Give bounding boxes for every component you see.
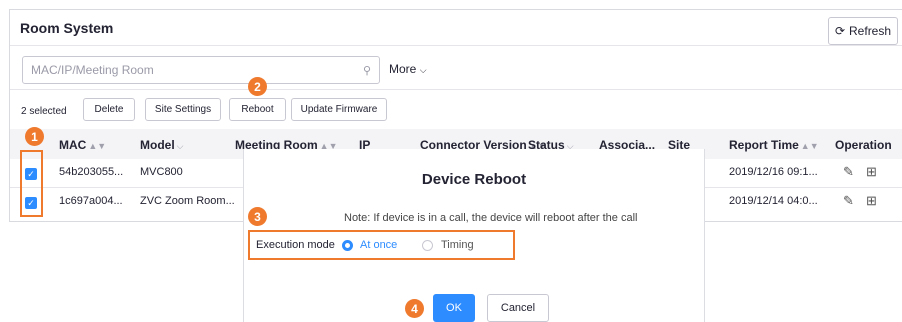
model-cell: ZVC Zoom Room... (140, 195, 235, 207)
model-cell: MVC800 (140, 166, 183, 178)
column-report-time[interactable]: Report Time ▲▼ (729, 138, 819, 152)
divider (10, 89, 902, 90)
more-filter-dropdown[interactable]: More ⌵ (389, 62, 427, 76)
report-time-cell: 2019/12/14 04:0... (729, 195, 818, 207)
reboot-button[interactable]: Reboot (229, 98, 286, 121)
delete-icon[interactable]: ⊞ (866, 193, 877, 209)
column-mac[interactable]: MAC ▲▼ (59, 138, 106, 152)
search-icon: ⚲ (362, 64, 371, 77)
column-model[interactable]: Model ⌵ (140, 138, 184, 152)
edit-icon[interactable]: ✎ (843, 193, 854, 209)
divider (10, 45, 902, 46)
selected-count: 2 selected (21, 106, 67, 117)
callout-badge: 2 (248, 77, 267, 96)
page-title: Room System (20, 20, 114, 36)
search-input[interactable] (31, 63, 363, 77)
report-time-cell: 2019/12/16 09:1... (729, 166, 818, 178)
mac-cell: 54b203055... (59, 166, 124, 178)
site-settings-button[interactable]: Site Settings (145, 98, 221, 121)
refresh-button[interactable]: ⟳ Refresh (828, 17, 898, 45)
sort-icon: ▲▼ (800, 141, 819, 151)
cancel-button[interactable]: Cancel (487, 294, 549, 322)
edit-icon[interactable]: ✎ (843, 164, 854, 180)
refresh-label: Refresh (849, 24, 892, 38)
column-operation: Operation (835, 138, 892, 152)
refresh-icon: ⟳ (834, 24, 846, 38)
callout-badge: 4 (405, 299, 424, 318)
more-label: More (389, 62, 417, 76)
execution-mode-highlight (248, 230, 515, 260)
chevron-down-icon: ⌵ (419, 65, 427, 75)
delete-icon[interactable]: ⊞ (866, 164, 877, 180)
update-firmware-button[interactable]: Update Firmware (291, 98, 387, 121)
mac-cell: 1c697a004... (59, 195, 123, 207)
search-box[interactable]: ⚲ (22, 56, 380, 84)
callout-badge: 1 (25, 127, 44, 146)
callout-badge: 3 (248, 207, 267, 226)
chevron-down-icon: ⌵ (176, 141, 184, 151)
sort-icon: ▲▼ (88, 141, 107, 151)
ok-button[interactable]: OK (433, 294, 475, 322)
dialog-title: Device Reboot (421, 171, 527, 188)
checkbox-highlight (20, 150, 43, 217)
dialog-note: Note: If device is in a call, the device… (344, 212, 638, 224)
delete-button[interactable]: Delete (83, 98, 135, 121)
